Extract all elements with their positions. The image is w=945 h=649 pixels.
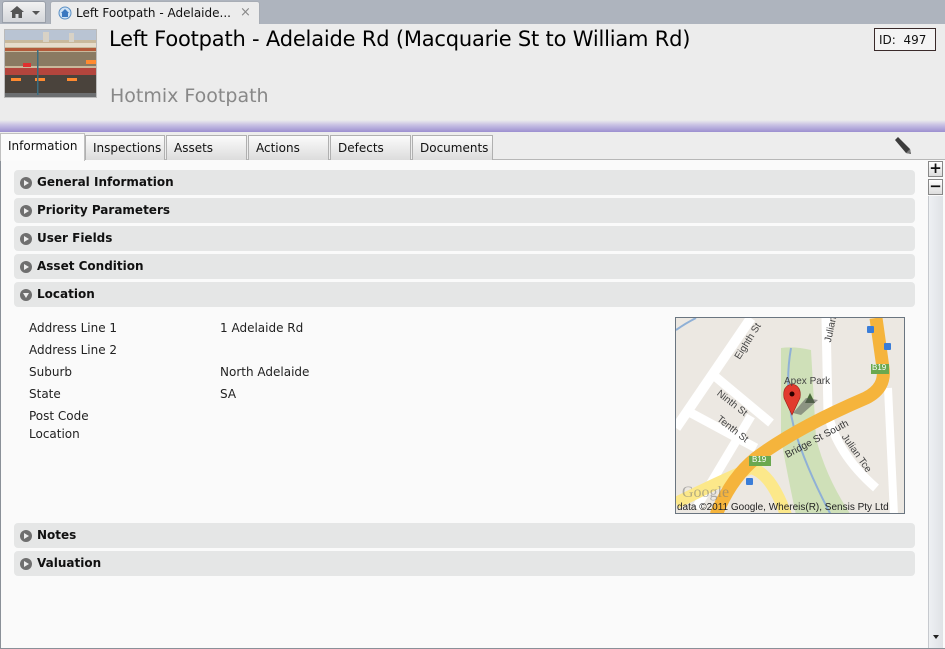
tab-strip: Left Footpath - Adelaide... × bbox=[0, 0, 945, 24]
address-line-1-value: 1 Adelaide Rd bbox=[220, 321, 304, 335]
expand-icon bbox=[20, 177, 32, 189]
bus-stop-icon bbox=[867, 326, 874, 333]
asset-header: Left Footpath - Adelaide Rd (Macquarie S… bbox=[0, 24, 945, 124]
page-title: Left Footpath - Adelaide Rd (Macquarie S… bbox=[109, 27, 691, 51]
tab-information[interactable]: Information bbox=[0, 133, 85, 161]
section-location[interactable]: Location bbox=[14, 282, 915, 307]
section-priority-parameters[interactable]: Priority Parameters bbox=[14, 198, 915, 223]
zoom-in-button[interactable]: + bbox=[928, 161, 943, 177]
tab-documents[interactable]: Documents bbox=[412, 135, 493, 160]
suburb-value: North Adelaide bbox=[220, 365, 310, 379]
section-general-information[interactable]: General Information bbox=[14, 170, 915, 195]
section-label: Valuation bbox=[37, 556, 102, 570]
pencil-icon[interactable] bbox=[893, 137, 913, 155]
bus-stop-icon bbox=[884, 343, 891, 350]
asset-home-icon bbox=[58, 6, 72, 20]
state-value: SA bbox=[220, 387, 237, 401]
document-tab[interactable]: Left Footpath - Adelaide... × bbox=[50, 1, 260, 24]
expand-icon bbox=[20, 530, 32, 542]
expand-icon bbox=[20, 233, 32, 245]
asset-type: Hotmix Footpath bbox=[110, 85, 269, 107]
map-attribution: data ©2011 Google, Whereis(R), Sensis Pt… bbox=[677, 502, 889, 513]
location-label: Location bbox=[29, 427, 80, 441]
route-label: B19 bbox=[752, 455, 767, 464]
address-line-2-label: Address Line 2 bbox=[29, 343, 118, 357]
park-label: Apex Park bbox=[784, 376, 831, 387]
route-label: B19 bbox=[872, 363, 887, 372]
section-asset-condition[interactable]: Asset Condition bbox=[14, 254, 915, 279]
post-code-label: Post Code bbox=[29, 409, 89, 423]
section-label: Asset Condition bbox=[37, 259, 144, 273]
suburb-label: Suburb bbox=[29, 365, 72, 379]
id-badge: ID: 497 bbox=[874, 28, 936, 51]
section-notes[interactable]: Notes bbox=[14, 523, 915, 548]
tab-actions[interactable]: Actions bbox=[248, 135, 329, 160]
section-valuation[interactable]: Valuation bbox=[14, 551, 915, 576]
section-label: Location bbox=[37, 287, 95, 301]
section-label: Priority Parameters bbox=[37, 203, 171, 217]
chevron-down-icon[interactable] bbox=[32, 11, 40, 15]
tab-bar: Information Inspections Assets Actions D… bbox=[0, 132, 945, 161]
expand-icon bbox=[20, 558, 32, 570]
tab-defects[interactable]: Defects bbox=[330, 135, 411, 160]
vertical-scrollbar[interactable] bbox=[928, 196, 943, 648]
tab-inspections[interactable]: Inspections bbox=[85, 135, 165, 160]
section-label: User Fields bbox=[37, 231, 113, 245]
state-label: State bbox=[29, 387, 61, 401]
asset-photo bbox=[4, 29, 97, 98]
home-icon bbox=[10, 6, 24, 18]
collapse-icon bbox=[20, 289, 32, 301]
document-tab-label: Left Footpath - Adelaide... bbox=[76, 6, 231, 20]
section-label: General Information bbox=[37, 175, 174, 189]
close-icon[interactable]: × bbox=[240, 5, 251, 20]
home-button[interactable] bbox=[2, 1, 46, 23]
map-provider-logo: Google bbox=[682, 484, 730, 501]
location-map[interactable]: Eighth St Ninth St Tenth St Bridge St So… bbox=[675, 317, 905, 514]
expand-icon bbox=[20, 261, 32, 273]
expand-icon bbox=[20, 205, 32, 217]
zoom-out-button[interactable]: − bbox=[928, 179, 943, 195]
section-label: Notes bbox=[37, 528, 77, 542]
tab-assets[interactable]: Assets bbox=[166, 135, 247, 160]
information-panel: General Information Priority Parameters … bbox=[0, 160, 945, 649]
bus-stop-icon bbox=[746, 478, 753, 485]
section-user-fields[interactable]: User Fields bbox=[14, 226, 915, 251]
address-line-1-label: Address Line 1 bbox=[29, 321, 118, 335]
header-divider bbox=[0, 120, 945, 132]
scroll-down-arrow-icon[interactable] bbox=[933, 635, 939, 639]
